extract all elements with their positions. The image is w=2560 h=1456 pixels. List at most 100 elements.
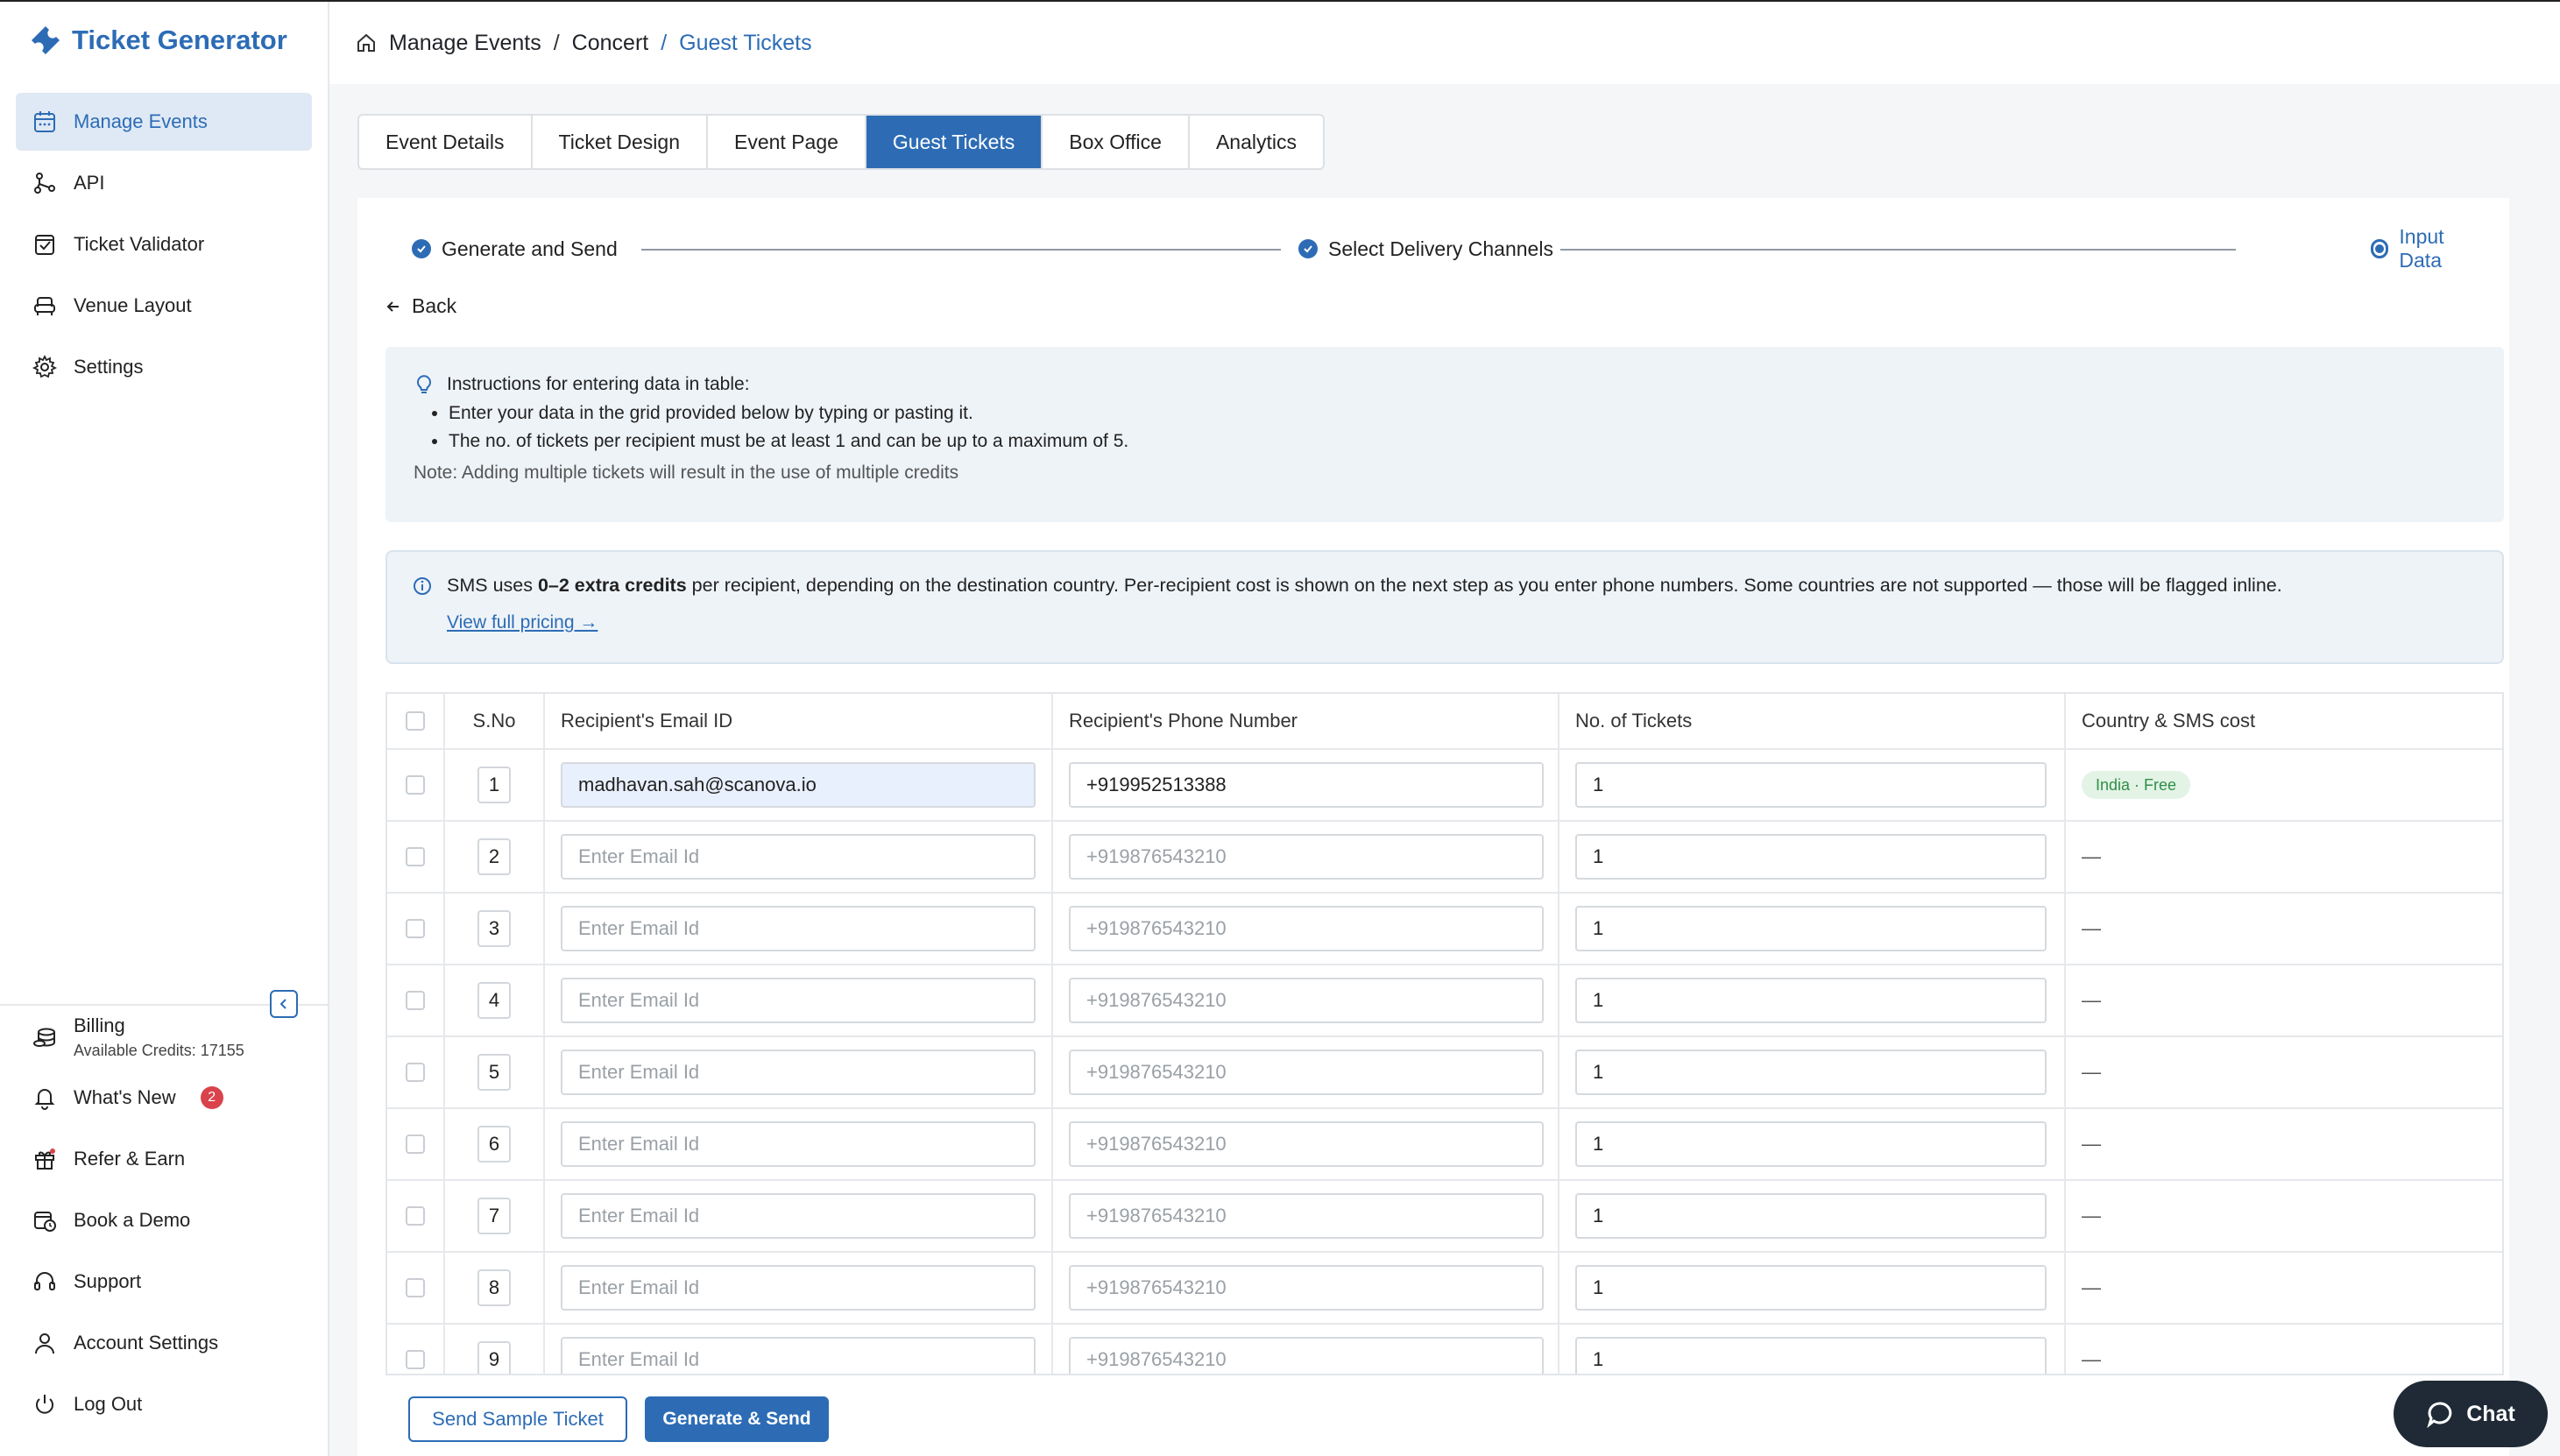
country-sms-cost-empty: — — [2082, 1276, 2101, 1298]
breadcrumb: Manage Events / Concert / Guest Tickets — [329, 2, 2560, 84]
table-row: 9 Enter Email Id +919876543210 1 — — [387, 1325, 2502, 1374]
sidebar-item-log-out[interactable]: Log Out — [16, 1374, 312, 1435]
row-checkbox[interactable] — [406, 1278, 425, 1297]
step-select-delivery-channels[interactable]: Select Delivery Channels — [1291, 233, 1560, 265]
phone-input[interactable]: +919876543210 — [1069, 834, 1544, 880]
instructions-box: Instructions for entering data in table:… — [385, 347, 2504, 522]
tickets-input[interactable]: 1 — [1575, 1121, 2047, 1167]
tab-box-office[interactable]: Box Office — [1043, 116, 1190, 168]
email-cell: Enter Email Id — [545, 1253, 1053, 1323]
chat-button[interactable]: Chat — [2394, 1381, 2548, 1447]
email-input[interactable]: Enter Email Id — [561, 1265, 1036, 1311]
sidebar-item-label: API — [74, 172, 105, 194]
view-full-pricing-link[interactable]: View full pricing → — [447, 612, 598, 633]
row-checkbox[interactable] — [406, 1134, 425, 1154]
sidebar-item-api[interactable]: API — [16, 154, 312, 212]
chat-bubble-icon — [2427, 1402, 2452, 1429]
email-input[interactable]: madhavan.sah@scanova.io — [561, 762, 1036, 808]
tickets-input[interactable]: 1 — [1575, 1337, 2047, 1374]
phone-input[interactable]: +919876543210 — [1069, 1193, 1544, 1239]
breadcrumb-separator: / — [661, 30, 668, 55]
sidebar-item-label: Book a Demo — [74, 1209, 191, 1231]
sidebar-item-manage-events[interactable]: Manage Events — [16, 93, 312, 151]
tab-guest-tickets[interactable]: Guest Tickets — [866, 116, 1043, 168]
email-input[interactable]: Enter Email Id — [561, 1193, 1036, 1239]
sidebar-item-support[interactable]: Support — [16, 1251, 312, 1312]
tickets-input[interactable]: 1 — [1575, 978, 2047, 1023]
generate-send-button[interactable]: Generate & Send — [645, 1396, 829, 1442]
email-input[interactable]: Enter Email Id — [561, 1337, 1036, 1374]
send-sample-ticket-button[interactable]: Send Sample Ticket — [408, 1396, 627, 1442]
step-generate-send[interactable]: Generate and Send — [405, 233, 625, 265]
home-icon[interactable] — [356, 32, 377, 53]
sidebar-item-refer-earn[interactable]: Refer & Earn — [16, 1128, 312, 1190]
email-input[interactable]: Enter Email Id — [561, 1121, 1036, 1167]
sidebar-item-whats-new[interactable]: What's New 2 — [16, 1067, 312, 1128]
header-sno: S.No — [445, 694, 545, 748]
row-checkbox[interactable] — [406, 1206, 425, 1226]
sidebar-item-book-demo[interactable]: Book a Demo — [16, 1190, 312, 1251]
instruction-item: The no. of tickets per recipient must be… — [449, 428, 2504, 456]
gear-icon — [32, 354, 58, 378]
country-cell: — — [2066, 1181, 2502, 1251]
row-checkbox[interactable] — [406, 1063, 425, 1082]
breadcrumb-manage-events[interactable]: Manage Events — [389, 31, 541, 56]
app-title: Ticket Generator — [72, 25, 287, 55]
step-label: Generate and Send — [442, 237, 618, 260]
phone-input[interactable]: +919876543210 — [1069, 978, 1544, 1023]
phone-input[interactable]: +919952513388 — [1069, 762, 1544, 808]
sidebar-item-settings[interactable]: Settings — [16, 338, 312, 396]
back-button[interactable]: Back — [385, 294, 456, 318]
tab-ticket-design[interactable]: Ticket Design — [533, 116, 708, 168]
step-input-data[interactable]: Input Data — [2364, 225, 2490, 272]
whats-new-count-badge: 2 — [200, 1086, 223, 1109]
phone-input[interactable]: +919876543210 — [1069, 1265, 1544, 1311]
row-number: 3 — [477, 910, 511, 947]
phone-cell: +919952513388 — [1053, 750, 1559, 820]
sno-cell: 6 — [445, 1109, 545, 1179]
tab-analytics[interactable]: Analytics — [1190, 116, 1323, 168]
tickets-input[interactable]: 1 — [1575, 1193, 2047, 1239]
row-checkbox[interactable] — [406, 847, 425, 866]
tickets-cell: 1 — [1559, 1109, 2066, 1179]
phone-input[interactable]: +919876543210 — [1069, 1121, 1544, 1167]
country-sms-cost-empty: — — [2082, 1061, 2101, 1083]
email-input[interactable]: Enter Email Id — [561, 978, 1036, 1023]
sidebar-item-account-settings[interactable]: Account Settings — [16, 1312, 312, 1374]
table-row: 1 madhavan.sah@scanova.io +919952513388 1 In… — [387, 750, 2502, 822]
row-checkbox[interactable] — [406, 775, 425, 795]
email-input[interactable]: Enter Email Id — [561, 1050, 1036, 1095]
tickets-input[interactable]: 1 — [1575, 1265, 2047, 1311]
sno-cell: 9 — [445, 1325, 545, 1374]
tickets-input[interactable]: 1 — [1575, 1050, 2047, 1095]
row-checkbox[interactable] — [406, 919, 425, 938]
tickets-cell: 1 — [1559, 1181, 2066, 1251]
tab-event-details[interactable]: Event Details — [359, 116, 533, 168]
phone-input[interactable]: +919876543210 — [1069, 906, 1544, 951]
instructions-list: Enter your data in the grid provided bel… — [449, 399, 2504, 456]
tab-event-page[interactable]: Event Page — [708, 116, 866, 168]
app-logo[interactable]: Ticket Generator — [28, 23, 287, 58]
select-all-checkbox[interactable] — [406, 711, 425, 731]
phone-input[interactable]: +919876543210 — [1069, 1050, 1544, 1095]
instructions-note: Note: Adding multiple tickets will resul… — [414, 463, 959, 483]
table-row: 5 Enter Email Id +919876543210 1 — — [387, 1037, 2502, 1109]
seat-icon — [34, 297, 55, 315]
tickets-input[interactable]: 1 — [1575, 834, 2047, 880]
country-cell: — — [2066, 1037, 2502, 1107]
tickets-input[interactable]: 1 — [1575, 762, 2047, 808]
row-number: 6 — [477, 1126, 511, 1163]
phone-input[interactable]: +919876543210 — [1069, 1337, 1544, 1374]
sidebar-item-ticket-validator[interactable]: Ticket Validator — [16, 216, 312, 273]
email-input[interactable]: Enter Email Id — [561, 906, 1036, 951]
row-number: 9 — [477, 1341, 511, 1374]
email-input[interactable]: Enter Email Id — [561, 834, 1036, 880]
sidebar-bottom-nav: Billing Available Credits: 17155 What's … — [16, 1009, 312, 1435]
row-checkbox[interactable] — [406, 991, 425, 1010]
check-icon — [412, 239, 431, 258]
sidebar-item-venue-layout[interactable]: Venue Layout — [16, 277, 312, 335]
tickets-input[interactable]: 1 — [1575, 906, 2047, 951]
breadcrumb-concert[interactable]: Concert — [572, 31, 649, 56]
sidebar-item-billing[interactable]: Billing Available Credits: 17155 — [16, 1009, 312, 1067]
row-checkbox[interactable] — [406, 1350, 425, 1369]
